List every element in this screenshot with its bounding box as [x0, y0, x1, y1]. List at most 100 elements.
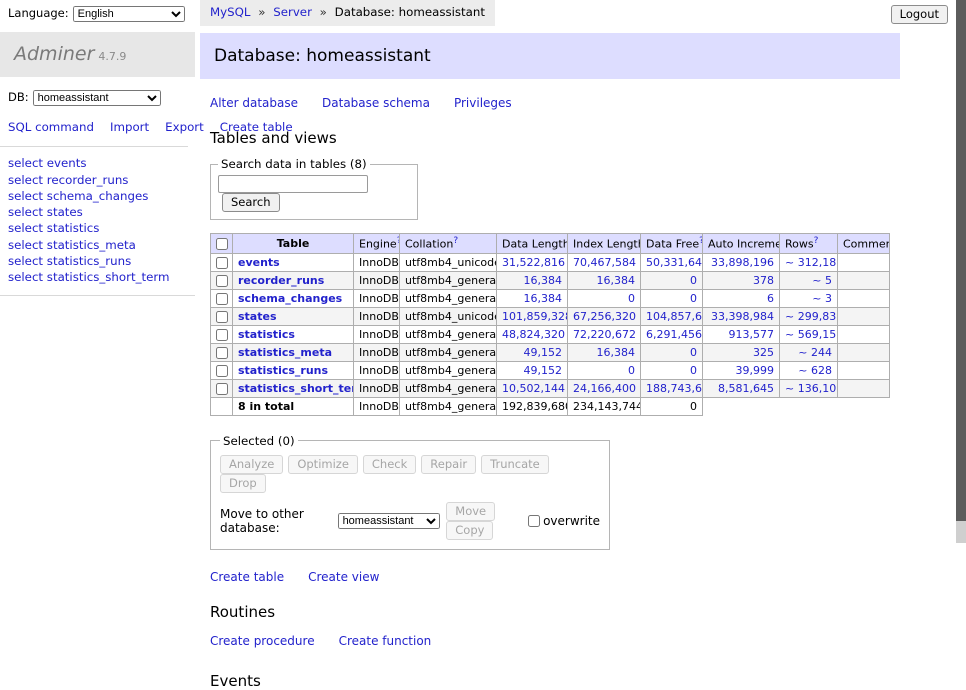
cell-data-free-link[interactable]: 0 [690, 364, 697, 377]
cell-auto-increment-link[interactable]: 39,999 [736, 364, 775, 377]
logout-button[interactable]: Logout [891, 5, 948, 24]
help-link[interactable]: ? [453, 236, 458, 246]
move-database-select[interactable]: homeassistant [338, 513, 441, 529]
cell-data-length-link[interactable]: 16,384 [524, 292, 563, 305]
cell-data-free-link[interactable]: 0 [690, 346, 697, 359]
table-link[interactable]: states [238, 310, 277, 323]
table-link[interactable]: statistics [238, 328, 295, 341]
cell-data-free-link[interactable]: 50,331,648 [646, 256, 703, 269]
cell-index-length-link[interactable]: 0 [628, 364, 635, 377]
table-link[interactable]: recorder_runs [238, 274, 324, 287]
cell-rows-link[interactable]: ~ 5 [812, 274, 832, 287]
cell-rows-link[interactable]: ~ 3 [812, 292, 832, 305]
cell-rows-link[interactable]: ~ 569,159 [785, 328, 838, 341]
select-all-checkbox[interactable] [216, 238, 228, 250]
row-checkbox[interactable] [216, 383, 228, 395]
sidebar-select-statistics-short-term[interactable]: select statistics_short_term [8, 269, 187, 285]
cell-data-length-link[interactable]: 10,502,144 [502, 382, 565, 395]
cell-rows-link[interactable]: ~ 244 [798, 346, 832, 359]
cell-auto-increment-link[interactable]: 33,398,984 [711, 310, 774, 323]
cell-index-length-link[interactable]: 24,166,400 [573, 382, 636, 395]
sidebar-select-statistics-runs[interactable]: select statistics_runs [8, 253, 187, 269]
cell-index-length-link[interactable]: 16,384 [597, 346, 636, 359]
cell-data-length-link[interactable]: 101,859,328 [502, 310, 568, 323]
cell-data-free-link[interactable]: 0 [690, 292, 697, 305]
cell-index-length-link[interactable]: 0 [628, 292, 635, 305]
nav-link-privileges[interactable]: Privileges [454, 96, 512, 110]
cell-rows-link[interactable]: ~ 299,833 [785, 310, 838, 323]
sidebar-select-events[interactable]: select events [8, 155, 187, 171]
truncate-button[interactable]: Truncate [481, 455, 549, 474]
cell-auto-increment-link[interactable]: 913,577 [729, 328, 775, 341]
cell-data-free-link[interactable]: 0 [690, 274, 697, 287]
cell-rows-link[interactable]: ~ 136,108 [785, 382, 838, 395]
help-link[interactable]: ? [699, 236, 702, 246]
help-link[interactable]: ? [814, 236, 819, 246]
app-version[interactable]: 4.7.9 [98, 50, 126, 63]
cell-data-length-link[interactable]: 49,152 [524, 364, 563, 377]
table-link[interactable]: schema_changes [238, 292, 342, 305]
cell-data-length-link[interactable]: 48,824,320 [502, 328, 565, 341]
cell-index-length-link[interactable]: 70,467,584 [573, 256, 636, 269]
link-create-table[interactable]: Create table [210, 570, 284, 584]
sidebar-select-statistics-meta[interactable]: select statistics_meta [8, 237, 187, 253]
breadcrumb-server-link[interactable]: Server [273, 5, 312, 19]
cell-index-length-link[interactable]: 16,384 [597, 274, 636, 287]
cell-data-length-link[interactable]: 16,384 [524, 274, 563, 287]
cell-data-free-link[interactable]: 104,857,600 [646, 310, 703, 323]
overwrite-checkbox[interactable] [528, 515, 540, 527]
nav-link-alter-database[interactable]: Alter database [210, 96, 298, 110]
table-link[interactable]: statistics_short_term [238, 382, 354, 395]
row-checkbox[interactable] [216, 311, 228, 323]
sidebar-link-sql-command[interactable]: SQL command [8, 120, 94, 134]
cell-index-length-link[interactable]: 67,256,320 [573, 310, 636, 323]
cell-data-length-link[interactable]: 49,152 [524, 346, 563, 359]
cell-data-length-link[interactable]: 31,522,816 [502, 256, 565, 269]
nav-link-database-schema[interactable]: Database schema [322, 96, 430, 110]
language-select[interactable]: English [73, 6, 185, 22]
table-link[interactable]: events [238, 256, 280, 269]
search-input[interactable] [218, 175, 368, 193]
sidebar-select-schema-changes[interactable]: select schema_changes [8, 188, 187, 204]
table-link[interactable]: statistics_runs [238, 364, 328, 377]
table-link[interactable]: statistics_meta [238, 346, 332, 359]
drop-button[interactable]: Drop [220, 474, 266, 493]
row-checkbox[interactable] [216, 365, 228, 377]
cell-rows-link[interactable]: ~ 312,180 [785, 256, 838, 269]
scrollbar-thumb[interactable] [956, 0, 966, 521]
search-button[interactable]: Search [222, 193, 280, 212]
row-checkbox[interactable] [216, 293, 228, 305]
cell-auto-increment-link[interactable]: 6 [767, 292, 774, 305]
move-button[interactable]: Move [446, 502, 495, 521]
cell-auto-increment-link[interactable]: 378 [753, 274, 774, 287]
cell-auto-increment-link[interactable]: 8,581,645 [718, 382, 774, 395]
sidebar-link-import[interactable]: Import [110, 120, 149, 134]
link-create-function[interactable]: Create function [339, 634, 432, 648]
db-select[interactable]: homeassistant [33, 90, 161, 106]
check-button[interactable]: Check [363, 455, 416, 474]
breadcrumb-mysql-link[interactable]: MySQL [210, 5, 251, 19]
cell-auto-increment-link[interactable]: 325 [753, 346, 774, 359]
row-checkbox[interactable] [216, 257, 228, 269]
sidebar-select-statistics[interactable]: select statistics [8, 220, 187, 236]
sidebar-select-recorder-runs[interactable]: select recorder_runs [8, 172, 187, 188]
cell-data-free-link[interactable]: 6,291,456 [646, 328, 702, 341]
column-header-auto-increment: Auto Increment? [703, 234, 780, 254]
sidebar-select-states[interactable]: select states [8, 204, 187, 220]
row-checkbox[interactable] [216, 329, 228, 341]
sidebar-link-export[interactable]: Export [165, 120, 204, 134]
row-checkbox[interactable] [216, 275, 228, 287]
scrollbar[interactable] [956, 0, 966, 543]
cell-data-free-link[interactable]: 188,743,680 [646, 382, 703, 395]
cell-auto-increment-link[interactable]: 33,898,196 [711, 256, 774, 269]
optimize-button[interactable]: Optimize [288, 455, 358, 474]
link-create-procedure[interactable]: Create procedure [210, 634, 315, 648]
analyze-button[interactable]: Analyze [220, 455, 283, 474]
cell-rows-link[interactable]: ~ 628 [798, 364, 832, 377]
copy-button[interactable]: Copy [446, 521, 493, 540]
row-checkbox[interactable] [216, 347, 228, 359]
cell-index-length-link[interactable]: 72,220,672 [573, 328, 636, 341]
routines-links: Create procedure Create function [210, 634, 950, 648]
repair-button[interactable]: Repair [421, 455, 476, 474]
link-create-view[interactable]: Create view [308, 570, 379, 584]
